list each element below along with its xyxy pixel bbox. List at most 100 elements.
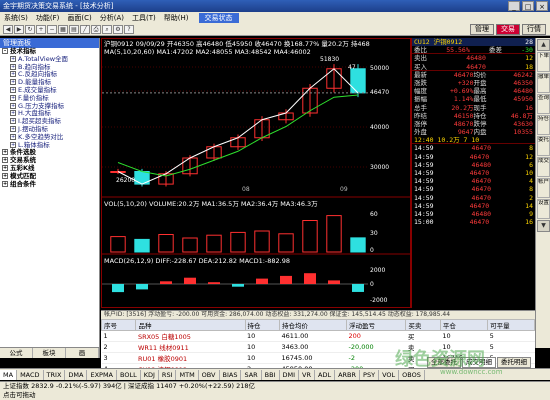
menu-tools[interactable]: 工具(T) [128,13,160,23]
column-header[interactable]: 序号 [100,319,137,331]
indicator-tab[interactable]: ARBR [335,369,361,380]
column-header[interactable]: 品种 [135,319,246,331]
indicator-tab[interactable]: MA [0,369,18,380]
tab-formula[interactable]: 公式 [0,348,33,358]
indicator-tab[interactable]: SAR [241,369,262,380]
indicator-tab[interactable]: DMI [280,369,300,380]
print-icon[interactable]: ⎙ [91,25,101,34]
tab-trade[interactable]: 交易 [496,24,520,35]
indicator-tab[interactable]: OBOS [399,369,425,380]
tick-row: 14:59 46470 10 [412,169,535,177]
tab-manage[interactable]: 管理 [470,24,494,35]
minimize-button[interactable]: _ [508,1,520,11]
indicator-tab[interactable]: EXPMA [87,369,118,380]
side-button[interactable]: 成交 [537,157,550,177]
indicator-tab[interactable]: TRIX [44,369,66,380]
chart-icon[interactable]: ▤ [69,25,79,34]
close-button[interactable]: × [536,1,548,11]
expand-icon[interactable]: + [10,63,16,70]
quote-stats: 最新 46470 均价 46242 涨跌 +320 开盘 46350 幅度 +0.69% 最高 464… [412,71,535,137]
table-row[interactable]: 1 SRX05 白糖1005 10 4611.00 200 买 10 5 [101,330,535,342]
forward-icon[interactable]: ▶ [14,25,24,34]
expand-icon[interactable]: + [10,125,16,132]
settings-icon[interactable]: ⚙ [113,25,123,34]
indicator-tab[interactable]: OBV [199,369,220,380]
column-header[interactable]: 平仓 [439,319,489,331]
expand-icon[interactable]: + [10,133,16,140]
tab-order-detail[interactable]: 委托明细 [497,357,531,368]
side-button[interactable]: 撤单 [537,73,550,93]
indicator-tab[interactable]: VR [299,369,316,380]
menu-screen[interactable]: 画面(C) [63,13,95,23]
side-button[interactable]: 下单 [537,52,550,72]
indicator-tab[interactable]: KDJ [141,369,159,380]
side-button[interactable]: 帐户 [537,178,550,198]
menu-function[interactable]: 功能(F) [32,13,64,23]
indicator-tab[interactable]: MACD [17,369,44,380]
maximize-button[interactable]: □ [522,1,534,11]
side-button[interactable]: 查询 [537,94,550,114]
column-header[interactable]: 浮动盈亏 [346,319,407,331]
ma-line: MA(5,10,20,60) MA1:47202 MA2:48055 MA3:4… [104,48,311,56]
indicator-tab[interactable]: BBI [262,369,280,380]
expand-icon[interactable]: + [10,94,16,101]
side-button[interactable]: 持仓 [537,115,550,135]
tree-item[interactable]: + E.成交量指标 [0,86,99,95]
indicator-tab[interactable]: VOL [379,369,400,380]
tick-list[interactable]: 14:59 46470 8 14:59 46470 12 14:59 46480 6 14:59 4… [412,144,535,226]
expand-icon[interactable]: + [10,55,16,62]
scroll-down-icon[interactable]: ▼ [537,220,550,232]
tab-draw[interactable]: 画 [66,348,99,358]
side-button[interactable]: 委托 [537,136,550,156]
indicator-tab[interactable]: BOLL [117,369,141,380]
expand-icon[interactable]: + [2,172,8,179]
quote-stat-value: 9647 [457,128,474,137]
zoom-in-icon[interactable]: + [36,25,46,34]
expand-icon[interactable]: + [10,141,16,148]
indicator-tab[interactable]: MTM [176,369,199,380]
column-header[interactable]: 可平量 [487,319,535,331]
kline-chart-area[interactable]: 沪铜0912 09/09/29 开46350 高46480 低45950 收46… [101,38,411,308]
menu-help[interactable]: 帮助(H) [160,13,193,23]
refresh-icon[interactable]: ↻ [25,25,35,34]
trade-status-tab[interactable]: 交易状态 [198,13,239,23]
volume-bar [326,215,342,253]
zoom-out-icon[interactable]: − [47,25,57,34]
help-icon[interactable]: ? [124,25,134,34]
tab-sector[interactable]: 板块 [33,348,66,358]
expand-icon[interactable]: + [10,86,16,93]
collapse-icon[interactable]: - [2,48,8,54]
tick-time: 14:59 [414,160,434,169]
tree-item[interactable]: + 组合条件 [0,180,99,189]
line-icon[interactable]: ╱ [80,25,90,34]
indicator-tab[interactable]: BIAS [220,369,242,380]
indicator-tab[interactable]: PSY [360,369,380,380]
indicator-tab[interactable]: DMA [65,369,88,380]
column-header[interactable]: 买卖 [405,319,441,331]
expand-icon[interactable]: + [10,71,16,78]
expand-icon[interactable]: + [2,164,8,171]
scroll-up-icon[interactable]: ▲ [537,39,550,51]
tab-quote[interactable]: 行情 [522,24,546,35]
expand-icon[interactable]: + [10,110,16,117]
menu-analysis[interactable]: 分析(A) [96,13,128,23]
expand-icon[interactable]: + [10,102,16,109]
expand-icon[interactable]: + [2,180,8,187]
menu-system[interactable]: 系统(S) [0,13,32,23]
indicator-tab[interactable]: RSI [159,369,177,380]
column-header[interactable]: 持仓 [244,319,280,331]
expand-icon[interactable]: + [2,157,8,164]
expand-icon[interactable]: + [2,149,8,156]
tick-row: 14:59 46470 14 [412,202,535,210]
indicator-tab[interactable]: ADL [315,369,336,380]
back-icon[interactable]: ◀ [3,25,13,34]
table-cell: 5 [487,330,535,342]
expand-icon[interactable]: + [10,118,16,125]
grid-icon[interactable]: ▦ [58,25,68,34]
column-header[interactable]: 持仓均价 [278,319,348,331]
side-button[interactable]: 设置 [537,199,550,219]
kline-chart-svg[interactable]: 沪铜0912 09/09/29 开46350 高46480 低45950 收46… [102,39,410,307]
tree-item[interactable]: + I.超买超卖指标 [0,117,99,126]
search-icon[interactable]: ⌕ [102,25,112,34]
expand-icon[interactable]: + [10,79,16,86]
